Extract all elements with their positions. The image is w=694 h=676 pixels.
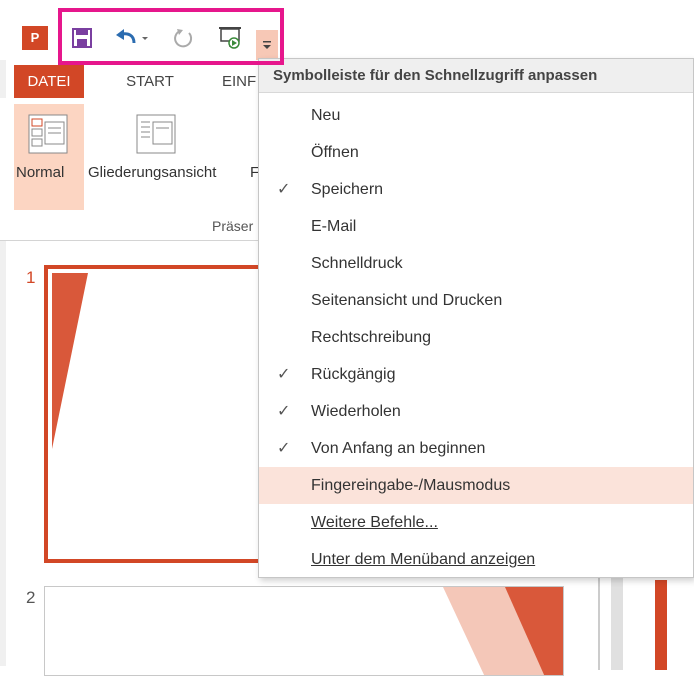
tab-start[interactable]: START (110, 65, 190, 98)
menu-item-fingereingabe[interactable]: Fingereingabe-/Mausmodus (259, 467, 693, 504)
checkmark-icon: ✓ (277, 181, 291, 198)
group-label-praesentationsansichten: Präser (212, 218, 254, 234)
checkmark-icon: ✓ (277, 403, 291, 420)
menu-item-wiederholen[interactable]: ✓ Wiederholen (259, 393, 693, 430)
slide-decoration-shape (443, 587, 563, 675)
normal-view-icon (28, 114, 68, 154)
slide-number-1: 1 (26, 268, 36, 287)
menu-item-email[interactable]: E-Mail (259, 208, 693, 245)
outline-view-icon[interactable] (136, 114, 176, 154)
qat-highlight-box (58, 8, 284, 65)
outline-view-label[interactable]: Gliederungsansicht (88, 164, 216, 181)
menu-item-oeffnen[interactable]: Öffnen (259, 134, 693, 171)
powerpoint-logo-icon: P (22, 26, 48, 50)
normal-view-label: Normal (16, 164, 65, 181)
slide-edge-accent (655, 580, 667, 670)
menu-item-rueckgaengig[interactable]: ✓ Rückgängig (259, 356, 693, 393)
customize-qat-menu: Symbolleiste für den Schnellzugriff anpa… (258, 58, 694, 578)
normal-view-button[interactable] (14, 104, 84, 210)
menu-item-weitere-befehle[interactable]: Weitere Befehle... (259, 504, 693, 541)
menu-item-schnelldruck[interactable]: Schnelldruck (259, 245, 693, 282)
menu-item-neu[interactable]: Neu (259, 97, 693, 134)
checkmark-icon: ✓ (277, 366, 291, 383)
menu-item-seitenansicht[interactable]: Seitenansicht und Drucken (259, 282, 693, 319)
checkmark-icon: ✓ (277, 440, 291, 457)
slide-number-2: 2 (26, 588, 36, 607)
menu-item-unter-menueband[interactable]: Unter dem Menüband anzeigen (259, 541, 693, 578)
menu-item-von-anfang[interactable]: ✓ Von Anfang an beginnen (259, 430, 693, 467)
menu-item-speichern[interactable]: ✓ Speichern (259, 171, 693, 208)
menu-header: Symbolleiste für den Schnellzugriff anpa… (259, 59, 693, 93)
menu-item-rechtschreibung[interactable]: Rechtschreibung (259, 319, 693, 356)
tab-datei[interactable]: DATEI (14, 65, 84, 98)
slide-thumbnail-2[interactable] (44, 586, 564, 676)
